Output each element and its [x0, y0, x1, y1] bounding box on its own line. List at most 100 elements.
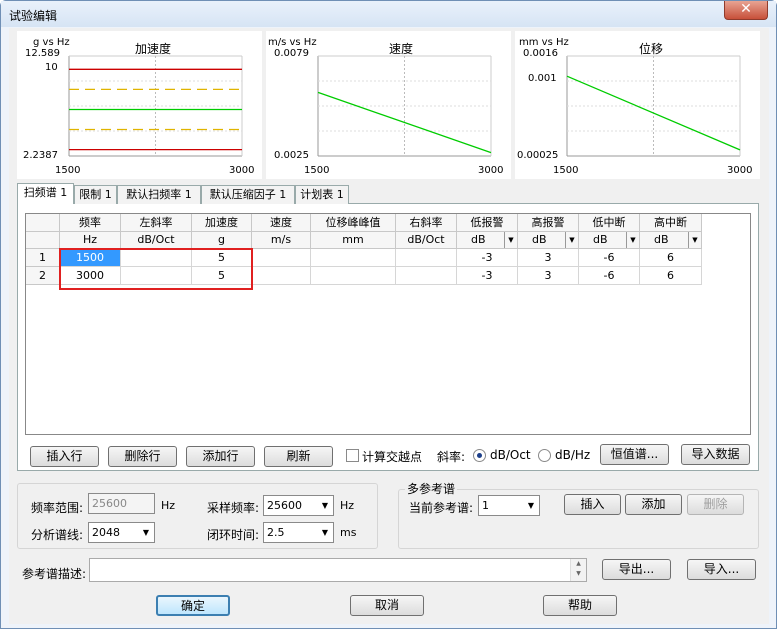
column-unit[interactable]: dB ▼ — [518, 232, 579, 249]
chevron-down-icon: ▼ — [321, 528, 329, 537]
table-cell[interactable]: -3 — [457, 267, 518, 285]
ref-add-button[interactable]: 添加 — [625, 494, 682, 515]
unit-value: dB — [654, 233, 669, 246]
help-button[interactable]: 帮助 — [543, 595, 617, 616]
sample-rate-select[interactable]: 25600 ▼ — [263, 495, 334, 516]
insert-row-button[interactable]: 插入行 — [30, 446, 99, 467]
slope-dboct-radio[interactable] — [473, 449, 486, 462]
table-cell[interactable]: 5 — [192, 249, 252, 267]
column-header[interactable]: 低中断 — [579, 214, 640, 232]
column-unit: m/s — [252, 232, 311, 249]
table-cell[interactable] — [252, 249, 311, 267]
current-ref-value: 1 — [482, 499, 489, 512]
table-cell[interactable] — [311, 249, 396, 267]
chart-plot — [317, 55, 492, 157]
table-cell[interactable] — [396, 249, 457, 267]
lines-value: 2048 — [92, 526, 120, 539]
chevron-down-icon[interactable]: ▼ — [565, 232, 578, 248]
table-cell[interactable]: -6 — [579, 267, 640, 285]
column-unit: Hz — [60, 232, 121, 249]
table-cell[interactable]: 6 — [640, 267, 702, 285]
column-unit[interactable]: dB ▼ — [579, 232, 640, 249]
sample-rate-unit: Hz — [340, 499, 355, 512]
tab-default-compression[interactable]: 默认压缩因子 1 — [201, 185, 295, 204]
table-cell[interactable] — [396, 267, 457, 285]
loop-time-unit: ms — [340, 526, 357, 539]
tab-sweep-spectrum[interactable]: 扫频谱 1 — [17, 183, 74, 204]
constant-spectrum-button[interactable]: 恒值谱... — [600, 444, 669, 465]
column-header[interactable]: 右斜率 — [396, 214, 457, 232]
unit-value: dB — [471, 233, 486, 246]
column-header[interactable]: 速度 — [252, 214, 311, 232]
table-cell[interactable] — [121, 249, 192, 267]
chart-series-line — [566, 75, 741, 151]
ref-desc-field[interactable] — [89, 558, 587, 582]
column-header[interactable]: 高中断 — [640, 214, 702, 232]
chevron-down-icon: ▼ — [142, 528, 150, 537]
acceleration-chart: g vs Hz 加速度 12.589 10 2.2387 1500 3000 — [17, 31, 262, 179]
column-header[interactable]: 低报警 — [457, 214, 518, 232]
chevron-down-icon[interactable]: ▼ — [504, 232, 517, 248]
chevron-down-icon[interactable]: ▼ — [626, 232, 639, 248]
column-unit: mm — [311, 232, 396, 249]
velocity-chart: m/s vs Hz 速度 0.0079 0.0025 1500 3000 — [266, 31, 511, 179]
tab-default-sweep-rate[interactable]: 默认扫频率 1 — [117, 185, 201, 204]
table-cell[interactable]: 5 — [192, 267, 252, 285]
chart-plot — [68, 55, 243, 157]
add-row-button[interactable]: 添加行 — [186, 446, 255, 467]
row-number[interactable]: 1 — [26, 249, 60, 267]
chart-plot — [566, 55, 741, 157]
table-cell[interactable] — [121, 267, 192, 285]
ok-button[interactable]: 确定 — [156, 595, 230, 616]
freq-range-field[interactable]: 25600 — [88, 493, 155, 514]
column-unit: dB/Oct — [121, 232, 192, 249]
column-unit[interactable]: dB ▼ — [640, 232, 702, 249]
column-header[interactable]: 位移峰峰值 — [311, 214, 396, 232]
close-button[interactable]: ✕ — [724, 1, 768, 20]
unit-value: dB — [593, 233, 608, 246]
column-unit: dB/Oct — [396, 232, 457, 249]
slope-dbhz-label: dB/Hz — [555, 448, 591, 462]
ref-insert-button[interactable]: 插入 — [564, 494, 621, 515]
tab-schedule[interactable]: 计划表 1 — [295, 185, 349, 204]
import-data-button[interactable]: 导入数据 — [681, 444, 750, 465]
calc-cross-checkbox[interactable] — [346, 449, 359, 462]
chevron-down-icon[interactable]: ▼ — [688, 232, 701, 248]
row-number[interactable]: 2 — [26, 267, 60, 285]
title-bar[interactable]: 试验编辑 ✕ — [1, 1, 776, 27]
column-unit[interactable]: dB ▼ — [457, 232, 518, 249]
table-corner — [26, 214, 60, 232]
column-header[interactable]: 左斜率 — [121, 214, 192, 232]
column-header[interactable]: 高报警 — [518, 214, 579, 232]
export-button[interactable]: 导出... — [602, 559, 671, 580]
table-cell[interactable]: 1500 — [60, 249, 121, 267]
table-cell[interactable] — [252, 267, 311, 285]
cancel-button[interactable]: 取消 — [350, 595, 424, 616]
refresh-button[interactable]: 刷新 — [264, 446, 333, 467]
table-cell[interactable]: 3 — [518, 249, 579, 267]
delete-row-button[interactable]: 删除行 — [108, 446, 177, 467]
calc-cross-label: 计算交越点 — [362, 450, 423, 464]
slope-dbhz-radio[interactable] — [538, 449, 551, 462]
lines-select[interactable]: 2048 ▼ — [88, 522, 155, 543]
table-cell[interactable]: -6 — [579, 249, 640, 267]
import-button[interactable]: 导入... — [687, 559, 756, 580]
table-cell[interactable]: 3000 — [60, 267, 121, 285]
current-ref-select[interactable]: 1 ▼ — [478, 495, 540, 516]
ref-delete-button[interactable]: 删除 — [687, 494, 744, 515]
loop-time-select[interactable]: 2.5 ▼ — [263, 522, 334, 543]
loop-time-label: 闭环时间: — [207, 528, 260, 542]
column-header[interactable]: 频率 — [60, 214, 121, 232]
slope-label: 斜率: — [437, 450, 466, 464]
window-title: 试验编辑 — [9, 9, 58, 23]
ref-desc-label: 参考谱描述: — [22, 567, 87, 581]
table-cell[interactable]: -3 — [457, 249, 518, 267]
close-icon: ✕ — [740, 1, 752, 17]
tab-limits[interactable]: 限制 1 — [74, 185, 117, 204]
table-cell[interactable]: 3 — [518, 267, 579, 285]
table-cell[interactable] — [311, 267, 396, 285]
table-cell[interactable]: 6 — [640, 249, 702, 267]
column-header[interactable]: 加速度 — [192, 214, 252, 232]
ref-desc-scrollbar[interactable]: ▲ ▼ — [570, 559, 586, 581]
chevron-down-icon: ▼ — [321, 501, 329, 510]
